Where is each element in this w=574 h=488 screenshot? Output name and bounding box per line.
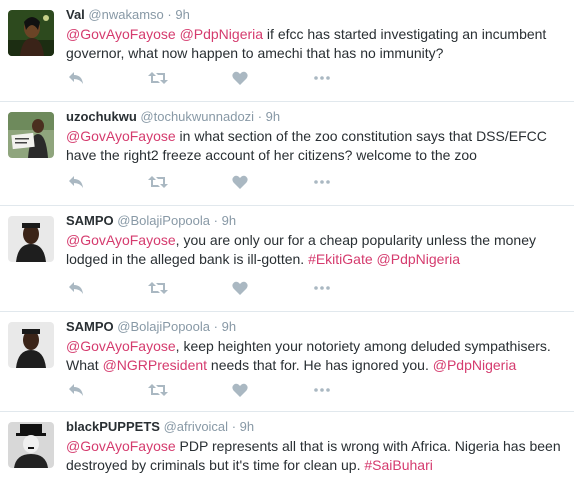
hashtag-link[interactable]: #EkitiGate [308, 251, 373, 267]
author-handle[interactable]: @BolajiPopoola [117, 213, 210, 228]
text-span: needs that for. He has ignored you. [207, 357, 433, 373]
tweet-header: SAMPO @BolajiPopoola · 9h [66, 212, 566, 229]
tweet-actions [66, 278, 394, 298]
tweet: SAMPO @BolajiPopoola · 9h @GovAyoFayose,… [0, 312, 574, 412]
separator-dot: · [213, 319, 218, 334]
mention-link[interactable]: @GovAyoFayose [66, 26, 176, 42]
author-name[interactable]: SAMPO [66, 319, 114, 334]
timestamp[interactable]: 9h [222, 319, 236, 334]
avatar[interactable] [8, 216, 54, 262]
more-icon[interactable] [312, 380, 332, 400]
tweet: blackPUPPETS @afrivoical · 9h @GovAyoFay… [0, 412, 574, 488]
mention-link[interactable]: @GovAyoFayose [66, 232, 176, 248]
more-icon[interactable] [312, 172, 332, 192]
separator-dot: · [231, 419, 237, 434]
retweet-icon[interactable] [148, 380, 168, 400]
tweet-text: @GovAyoFayose, you are only our for a ch… [66, 231, 566, 269]
retweet-icon[interactable] [148, 68, 168, 88]
mention-link[interactable]: @GovAyoFayose [66, 438, 176, 454]
tweet-actions [66, 68, 394, 88]
mention-link[interactable]: @PdpNigeria [180, 26, 263, 42]
reply-icon[interactable] [66, 68, 86, 88]
tweet: Val @nwakamso · 9h @GovAyoFayose @PdpNig… [0, 0, 574, 102]
more-icon[interactable] [312, 278, 332, 298]
tweet: uzochukwu @tochukwunnadozi · 9h @GovAyoF… [0, 102, 574, 206]
tweet: SAMPO @BolajiPopoola · 9h @GovAyoFayose,… [0, 206, 574, 312]
author-handle[interactable]: @tochukwunnadozi [140, 109, 254, 124]
avatar[interactable] [8, 10, 54, 56]
avatar[interactable] [8, 422, 54, 468]
separator-dot: · [257, 109, 263, 124]
author-name[interactable]: Val [66, 7, 85, 22]
like-icon[interactable] [230, 278, 250, 298]
hashtag-link[interactable]: #SaiBuhari [364, 457, 433, 473]
mention-link[interactable]: @NGRPresident [103, 357, 207, 373]
mention-link[interactable]: @GovAyoFayose [66, 338, 176, 354]
separator-dot: · [213, 213, 218, 228]
mention-link[interactable]: @PdpNigeria [433, 357, 516, 373]
author-name[interactable]: SAMPO [66, 213, 114, 228]
tweet-body: Val @nwakamso · 9h @GovAyoFayose @PdpNig… [66, 6, 566, 63]
tweet-body: uzochukwu @tochukwunnadozi · 9h @GovAyoF… [66, 108, 566, 165]
retweet-icon[interactable] [148, 172, 168, 192]
author-name[interactable]: uzochukwu [66, 109, 137, 124]
timestamp[interactable]: 9h [222, 213, 236, 228]
like-icon[interactable] [230, 68, 250, 88]
separator-dot: · [167, 7, 172, 22]
tweet-body: SAMPO @BolajiPopoola · 9h @GovAyoFayose,… [66, 212, 566, 269]
tweet-header: Val @nwakamso · 9h [66, 6, 566, 23]
reply-icon[interactable] [66, 278, 86, 298]
like-icon[interactable] [230, 380, 250, 400]
author-name[interactable]: blackPUPPETS [66, 419, 160, 434]
timestamp[interactable]: 9h [175, 7, 189, 22]
tweet-text: @GovAyoFayose PDP represents all that is… [66, 437, 566, 475]
tweet-header: blackPUPPETS @afrivoical · 9h [66, 418, 566, 435]
mention-link[interactable]: @GovAyoFayose [66, 128, 176, 144]
tweet-actions [66, 172, 394, 192]
author-handle[interactable]: @afrivoical [164, 419, 229, 434]
tweet-text: @GovAyoFayose in what section of the zoo… [66, 127, 566, 165]
more-icon[interactable] [312, 68, 332, 88]
tweet-header: SAMPO @BolajiPopoola · 9h [66, 318, 566, 335]
mention-link[interactable]: @PdpNigeria [377, 251, 460, 267]
tweet-actions [66, 380, 394, 400]
tweet-text: @GovAyoFayose @PdpNigeria if efcc has st… [66, 25, 566, 63]
tweet-body: blackPUPPETS @afrivoical · 9h @GovAyoFay… [66, 418, 566, 475]
timestamp[interactable]: 9h [266, 109, 280, 124]
like-icon[interactable] [230, 172, 250, 192]
retweet-icon[interactable] [148, 278, 168, 298]
tweet-feed: Val @nwakamso · 9h @GovAyoFayose @PdpNig… [0, 0, 574, 488]
tweet-text: @GovAyoFayose, keep heighten your notori… [66, 337, 566, 375]
tweet-header: uzochukwu @tochukwunnadozi · 9h [66, 108, 566, 125]
author-handle[interactable]: @BolajiPopoola [117, 319, 210, 334]
reply-icon[interactable] [66, 380, 86, 400]
timestamp[interactable]: 9h [240, 419, 254, 434]
avatar[interactable] [8, 322, 54, 368]
author-handle[interactable]: @nwakamso [88, 7, 163, 22]
tweet-body: SAMPO @BolajiPopoola · 9h @GovAyoFayose,… [66, 318, 566, 375]
reply-icon[interactable] [66, 172, 86, 192]
avatar[interactable] [8, 112, 54, 158]
